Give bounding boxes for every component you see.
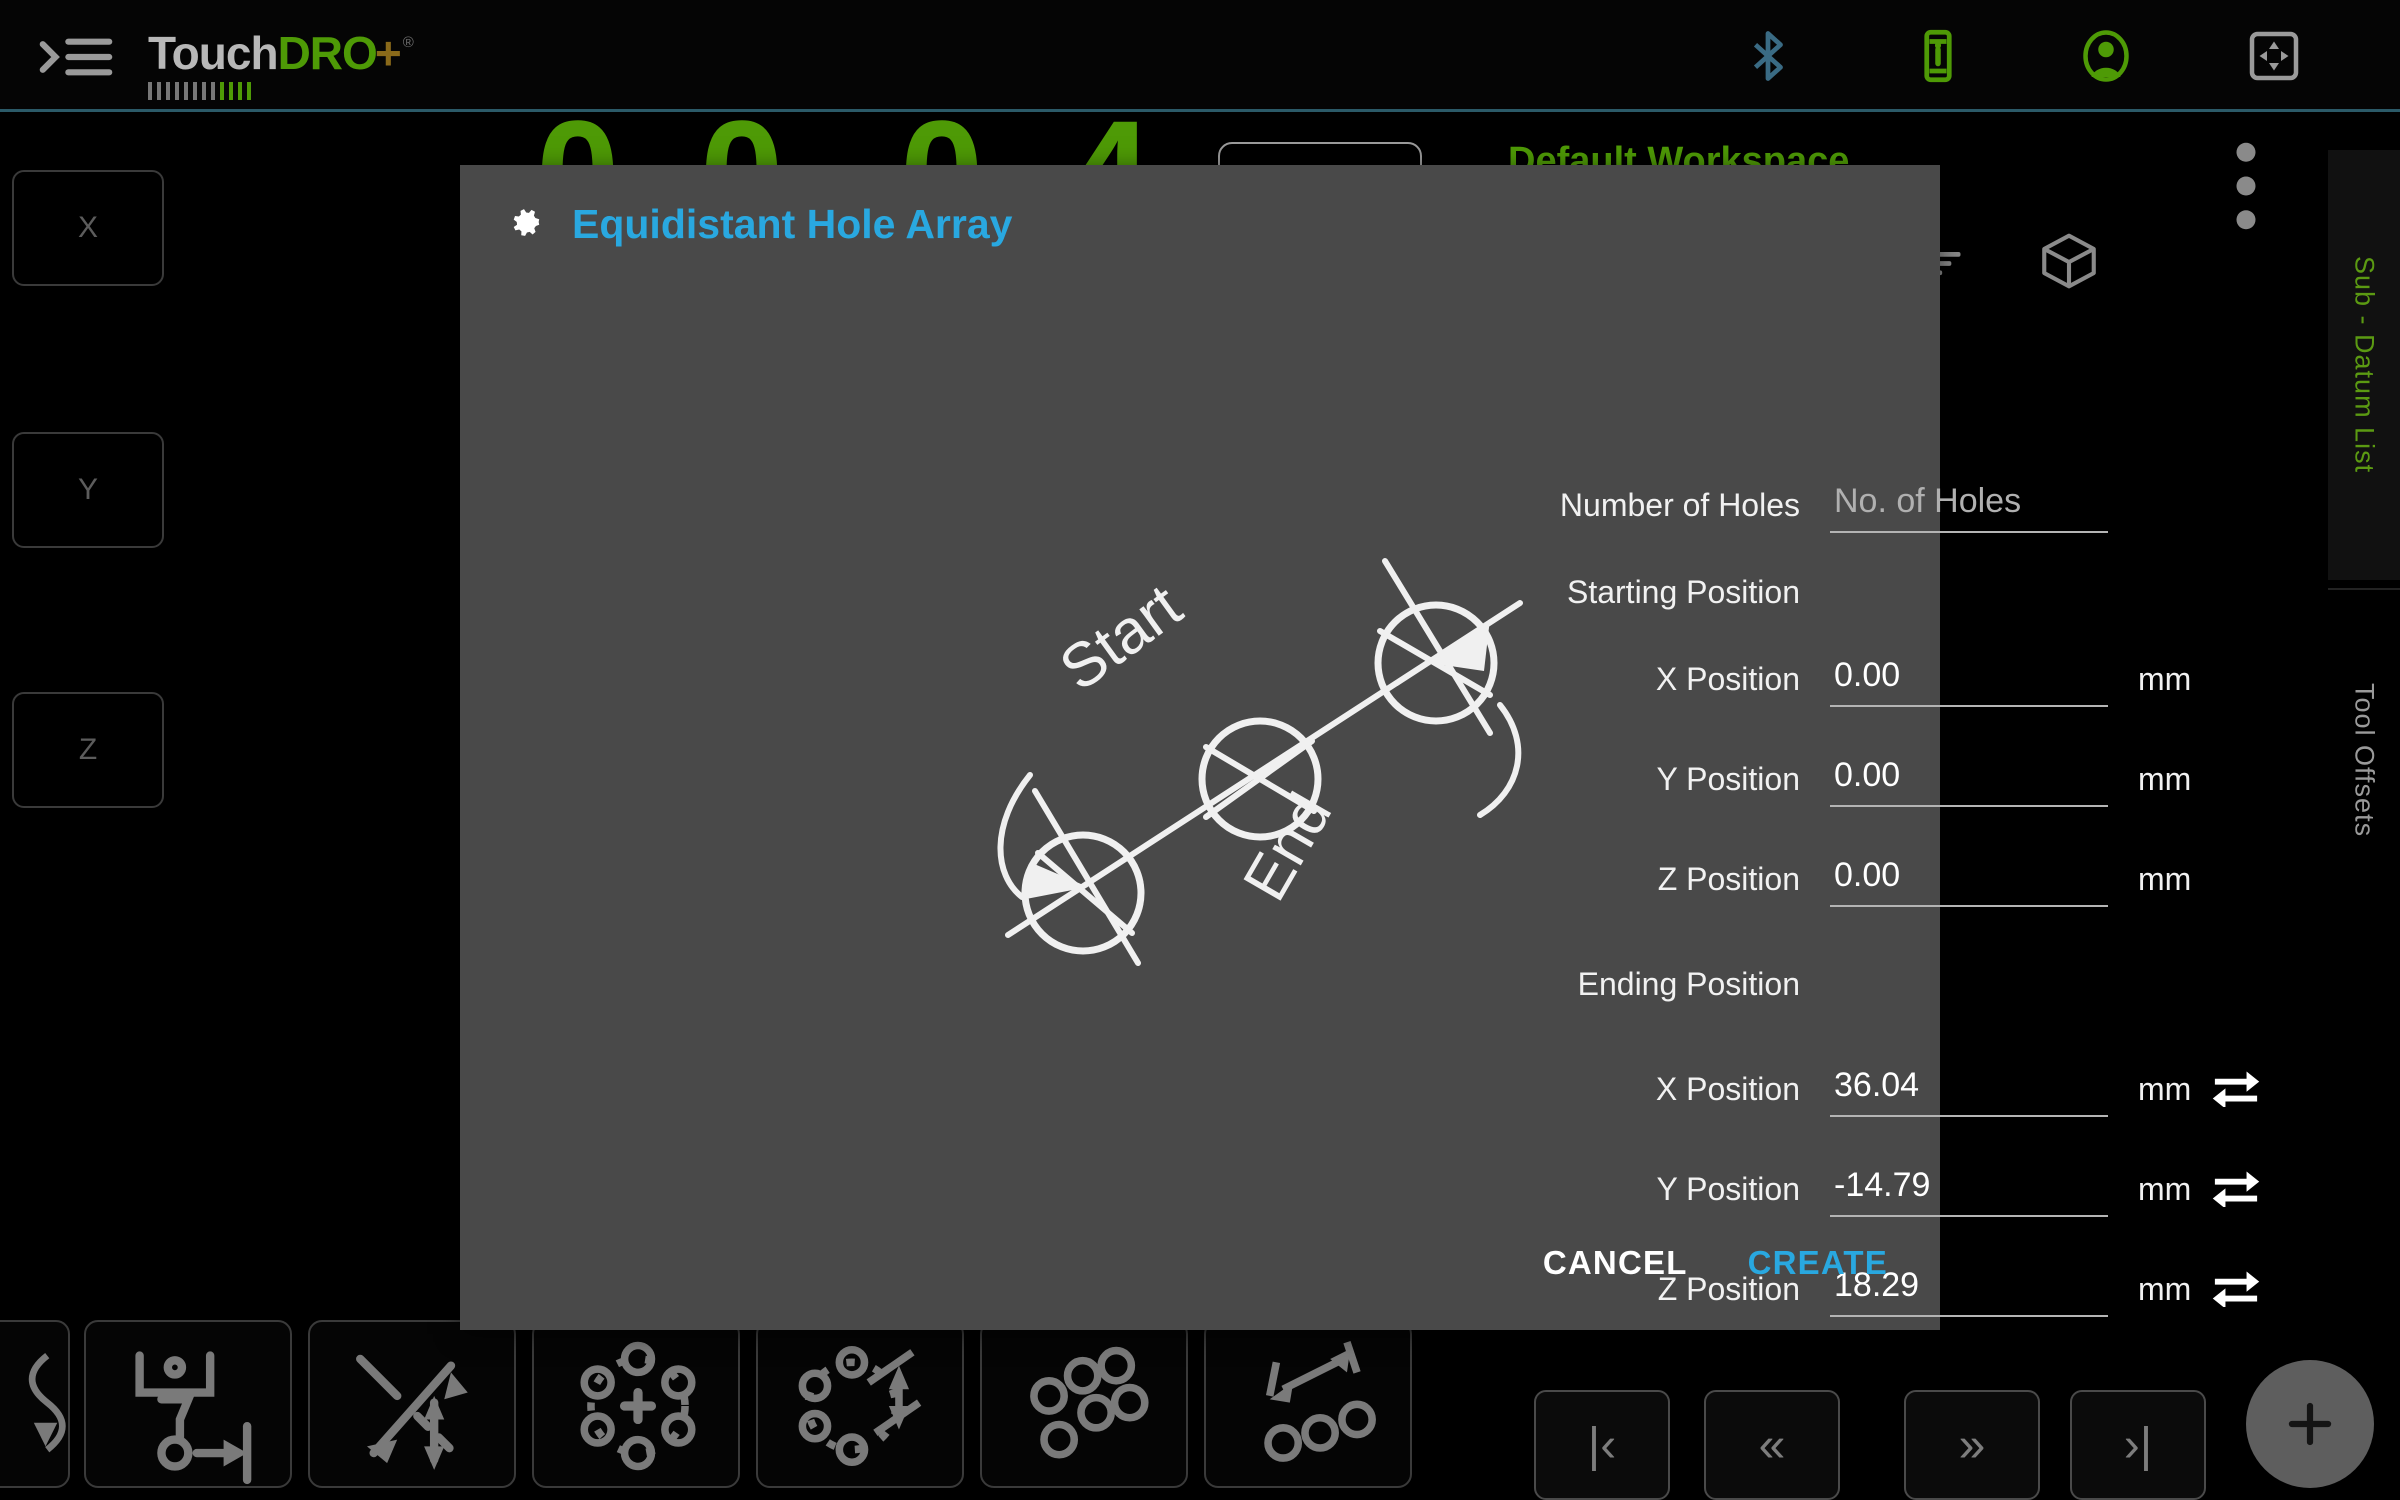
number-of-holes-label: Number of Holes bbox=[1559, 486, 1800, 523]
number-of-holes-input[interactable]: No. of Holes bbox=[1830, 478, 2108, 533]
fullscreen-icon[interactable] bbox=[2244, 26, 2304, 86]
form-row-start-y: Y Position 0.00 mm bbox=[1520, 729, 2380, 829]
app-logo: Touch DRO + ® bbox=[148, 26, 414, 100]
axis-button-z[interactable]: Z bbox=[12, 692, 164, 808]
axis-button-label: Z bbox=[78, 733, 98, 766]
swap-arrows-icon[interactable] bbox=[2210, 1069, 2270, 1109]
logo-text-touch: Touch bbox=[148, 27, 279, 79]
tool-button-linear-array[interactable] bbox=[308, 1320, 516, 1488]
dialog-actions: CANCEL CREATE bbox=[1543, 1244, 1888, 1282]
tool-button-bolt-circle[interactable] bbox=[532, 1320, 740, 1488]
nav-last-button[interactable]: ›| bbox=[2070, 1390, 2206, 1500]
end-x-unit: mm bbox=[2138, 1070, 2192, 1107]
end-z-unit: mm bbox=[2138, 1270, 2192, 1307]
dialog-form: Number of Holes No. of Holes Starting Po… bbox=[1520, 455, 2380, 1339]
axis-button-x[interactable]: X bbox=[12, 170, 164, 286]
start-x-input[interactable]: 0.00 bbox=[1830, 652, 2108, 707]
end-y-label: Y Position bbox=[1656, 1170, 1801, 1207]
app-bar: Touch DRO + ® bbox=[0, 0, 2400, 112]
gear-icon bbox=[502, 200, 546, 249]
bluetooth-icon[interactable] bbox=[1738, 26, 1798, 86]
start-x-unit: mm bbox=[2138, 660, 2192, 697]
device-info-icon[interactable] bbox=[1908, 26, 1968, 86]
app-root: 0 0 0 4 Default Workspace Sub - Datum Li… bbox=[0, 0, 2400, 1500]
start-y-unit: mm bbox=[2138, 760, 2192, 797]
form-row-end-x: X Position 36.04 mm bbox=[1520, 1039, 2380, 1139]
starting-position-label: Starting Position bbox=[1566, 573, 1800, 610]
dialog-header: Equidistant Hole Array bbox=[502, 200, 1012, 249]
cube-icon[interactable] bbox=[2036, 228, 2102, 294]
ending-position-label: Ending Position bbox=[1577, 965, 1800, 1002]
logo-trademark: ® bbox=[402, 34, 414, 51]
tool-button-edge-find[interactable] bbox=[84, 1320, 292, 1488]
swap-arrows-icon[interactable] bbox=[2210, 1269, 2270, 1309]
form-row-ending-position-header: Ending Position bbox=[1520, 929, 2380, 1039]
nav-first-button[interactable]: |‹ bbox=[1534, 1390, 1670, 1500]
form-row-number-of-holes: Number of Holes No. of Holes bbox=[1520, 455, 2380, 555]
end-y-input[interactable]: -14.79 bbox=[1830, 1162, 2108, 1217]
create-button[interactable]: CREATE bbox=[1748, 1244, 1888, 1282]
start-z-input[interactable]: 0.00 bbox=[1830, 852, 2108, 907]
illustration-start-label: Start bbox=[1048, 572, 1194, 705]
end-y-unit: mm bbox=[2138, 1170, 2192, 1207]
equidistant-hole-array-illustration: Start End bbox=[960, 495, 1560, 995]
swap-arrows-icon[interactable] bbox=[2210, 1169, 2270, 1209]
axis-button-label: X bbox=[77, 211, 98, 244]
tool-button-measure[interactable] bbox=[0, 1320, 70, 1488]
add-button[interactable] bbox=[2246, 1360, 2374, 1488]
nav-next-button[interactable]: » bbox=[1904, 1390, 2040, 1500]
axis-button-y[interactable]: Y bbox=[12, 432, 164, 548]
nav-last-label: ›| bbox=[2123, 1418, 2153, 1472]
logo-text-plus: + bbox=[374, 27, 402, 79]
logo-scale-decoration bbox=[148, 82, 413, 102]
form-row-start-z: Z Position 0.00 mm bbox=[1520, 829, 2380, 929]
sidebar-tab-label: Sub - Datum List bbox=[2349, 256, 2380, 474]
start-z-unit: mm bbox=[2138, 860, 2192, 897]
kebab-menu-icon[interactable] bbox=[2232, 140, 2260, 232]
hamburger-indent-icon[interactable] bbox=[36, 34, 116, 80]
start-z-label: Z Position bbox=[1657, 860, 1800, 897]
start-y-input[interactable]: 0.00 bbox=[1830, 752, 2108, 807]
nav-next-label: » bbox=[1958, 1418, 1986, 1472]
tool-button-hole-grid[interactable] bbox=[980, 1320, 1188, 1488]
illustration-end-label: End bbox=[1230, 782, 1345, 912]
end-x-input[interactable]: 36.04 bbox=[1830, 1062, 2108, 1117]
nav-previous-button[interactable]: « bbox=[1704, 1390, 1840, 1500]
form-row-start-x: X Position 0.00 mm bbox=[1520, 629, 2380, 729]
equidistant-hole-array-dialog: Equidistant Hole Array Start End Number … bbox=[460, 165, 2260, 1330]
start-x-label: X Position bbox=[1655, 660, 1800, 697]
axis-button-label: Y bbox=[77, 473, 98, 506]
nav-first-label: |‹ bbox=[1587, 1418, 1617, 1472]
form-row-end-y: Y Position -14.79 mm bbox=[1520, 1139, 2380, 1239]
nav-previous-label: « bbox=[1758, 1418, 1786, 1472]
dialog-title: Equidistant Hole Array bbox=[572, 201, 1013, 247]
cancel-button[interactable]: CANCEL bbox=[1543, 1244, 1688, 1282]
form-row-starting-position-header: Starting Position bbox=[1520, 555, 2380, 629]
tool-button-bolt-circle-segment[interactable] bbox=[756, 1320, 964, 1488]
logo-text-dro: DRO bbox=[277, 27, 378, 79]
account-icon[interactable] bbox=[2076, 26, 2136, 86]
tool-button-equidistant-hole-array[interactable] bbox=[1204, 1320, 1412, 1488]
end-x-label: X Position bbox=[1655, 1070, 1800, 1107]
start-y-label: Y Position bbox=[1656, 760, 1801, 797]
